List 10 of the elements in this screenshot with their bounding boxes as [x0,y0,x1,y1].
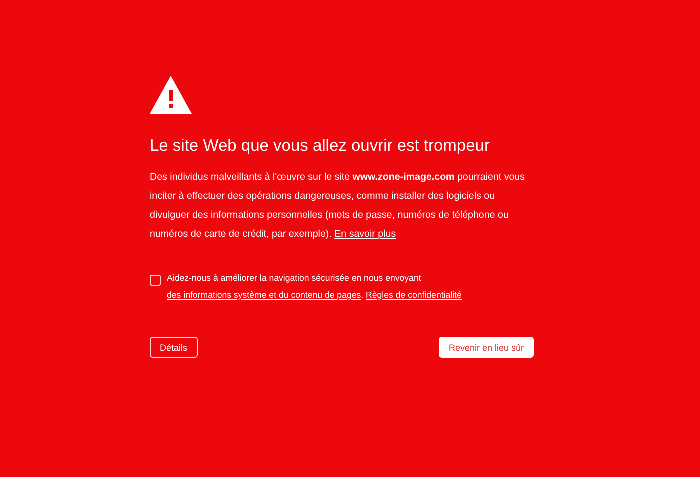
privacy-policy-link[interactable]: Règles de confidentialité [366,290,462,300]
page-heading: Le site Web que vous allez ouvrir est trompeur [150,136,491,156]
system-info-link[interactable]: des informations système et du contenu de pages [167,290,362,300]
warning-icon [150,76,192,114]
report-consent-text: Aidez-nous à améliorer la navigation sécurisée en nous envoyant des informations système et du contenu de pages. Règles de confidentialité [167,272,463,302]
back-to-safety-button[interactable]: Revenir en lieu sûr [438,337,534,358]
learn-more-link[interactable]: En savoir plus [334,229,396,240]
details-button[interactable]: Détails [150,337,198,358]
report-checkbox[interactable] [150,275,161,286]
warning-message: Des individus malveillants à l'œuvre sur le site www.zone-image.com pourraient vous inciter à effectuer des opérations dangereuses, comme installer des logiciels ou divulguer des informations personnelles (mots de passe, numéros de téléphone ou numéros de carte de crédit, par exemple). En savoir plus [150,171,526,242]
